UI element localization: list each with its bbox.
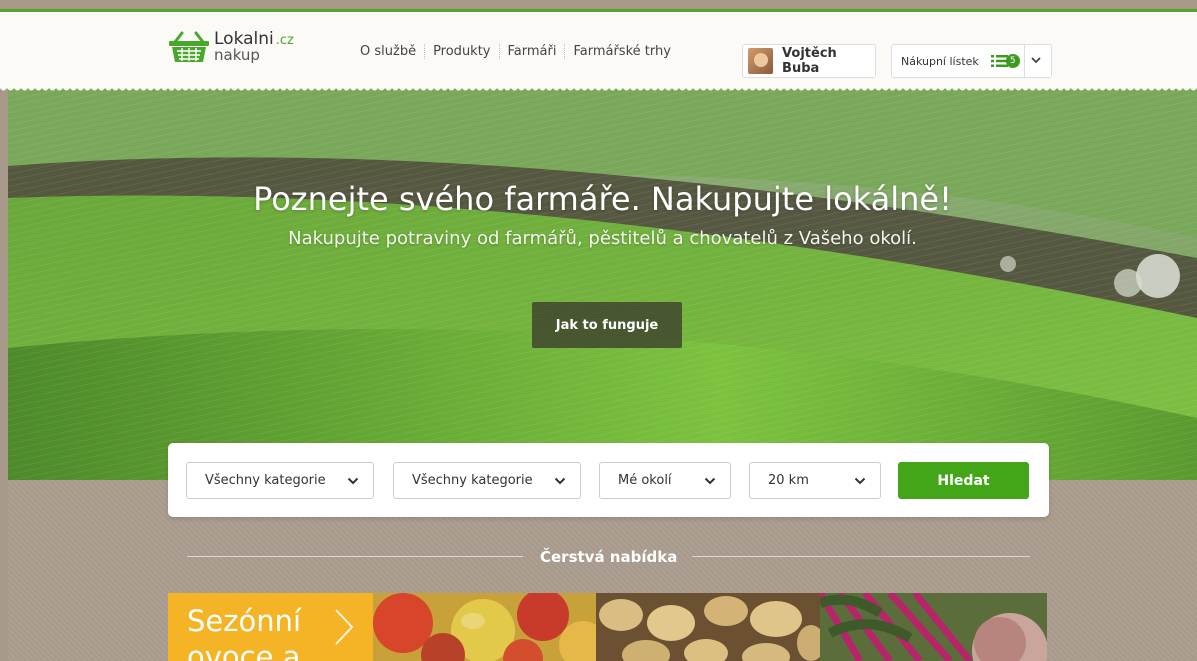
divider [692,556,1030,557]
seasonal-fruit-tile[interactable]: Sezónní ovoce a [168,593,373,661]
site-header: Lokalni .cz nakup O službě Produkty Farmá… [0,12,1197,88]
shopping-list-label: Nákupní lístek [901,54,979,68]
nav-item-farmarske-trhy[interactable]: Farmářské trhy [565,44,678,59]
nav-item-o-sluzbe[interactable]: O službě [360,44,426,59]
category-select-2[interactable]: Všechny kategorie [393,462,581,499]
category-select-1-value: Všechny kategorie [205,473,326,488]
search-button[interactable]: Hledat [898,462,1029,499]
basket-icon [169,31,209,62]
location-select[interactable]: Mé okolí [599,462,731,499]
hero-title: Poznejte svého farmáře. Nakupujte lokáln… [253,180,952,218]
distance-select[interactable]: 20 km [749,462,881,499]
chevron-down-icon [554,477,566,485]
shopping-list-count: 5 [1005,54,1020,68]
divider [187,556,523,557]
hero-subtitle: Nakupujte potraviny od farmářů, pěstitel… [288,228,917,249]
divider [1024,45,1025,77]
chevron-right-icon [335,609,354,645]
chevron-down-icon [854,477,866,485]
category-select-1[interactable]: Všechny kategorie [186,462,374,499]
location-select-value: Mé okolí [618,473,672,488]
seasonal-fruit-label: Sezónní ovoce a [187,604,302,661]
list-icon: 5 [990,54,1020,68]
nav-item-produkty[interactable]: Produkty [425,44,500,59]
logo-sub: nakup [214,46,260,64]
avatar [748,48,774,74]
beetroot-image[interactable] [820,593,1047,661]
shopping-list-button[interactable]: Nákupní lístek 5 [891,44,1052,78]
chevron-down-icon [347,477,359,485]
logo-tld: .cz [275,33,294,48]
user-name: Vojtěch Buba [782,46,837,76]
field-landscape-image [8,88,1197,480]
hero-banner: Poznejte svého farmáře. Nakupujte lokáln… [8,88,1197,480]
chevron-down-icon [704,477,716,485]
header-wave-edge [0,84,1197,94]
fresh-offer-title: Čerstvá nabídka [540,548,678,566]
logo[interactable]: Lokalni .cz nakup [168,30,294,64]
fresh-offer-tiles: Sezónní ovoce a [168,593,1047,661]
category-select-2-value: Všechny kategorie [412,473,533,488]
search-panel: Všechny kategorie Všechny kategorie Mé o… [168,443,1049,517]
potatoes-image[interactable] [596,593,820,661]
apples-image[interactable] [373,593,596,661]
distance-select-value: 20 km [768,473,809,488]
chevron-down-icon[interactable] [1030,54,1042,66]
how-it-works-button[interactable]: Jak to funguje [532,302,682,348]
main-nav: O službě Produkty Farmáři Farmářské trhy [360,44,679,59]
user-menu[interactable]: Vojtěch Buba [742,44,876,78]
nav-item-farmari[interactable]: Farmáři [500,44,566,59]
